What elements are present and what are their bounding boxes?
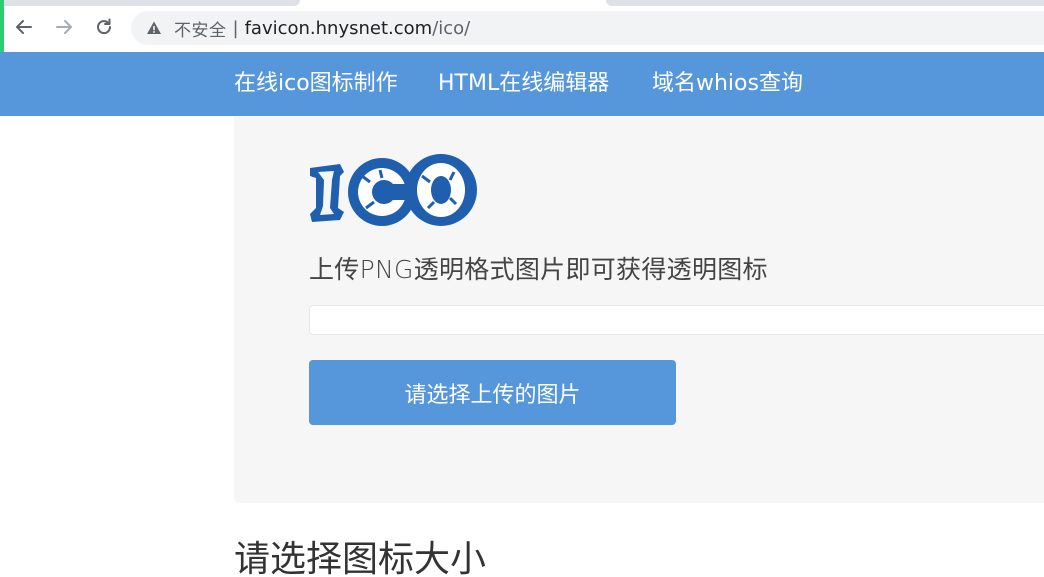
file-path-field[interactable] [309, 305, 1044, 335]
nav-link-ico-maker[interactable]: 在线ico图标制作 [234, 68, 398, 100]
reload-button[interactable] [91, 14, 117, 40]
forward-button[interactable] [51, 14, 77, 40]
reload-icon [97, 18, 112, 35]
security-label[interactable]: 不安全 [174, 16, 227, 41]
arrow-left-icon [16, 20, 32, 34]
site-nav: 在线ico图标制作 HTML在线编辑器 域名whios查询 [0, 52, 1044, 116]
browser-toolbar: 不安全 | favicon.hnysnet.com/ico/ [0, 0, 1044, 52]
address-bar[interactable]: 不安全 | favicon.hnysnet.com/ico/ [131, 11, 1044, 45]
warning-icon[interactable] [146, 20, 162, 36]
url-host: favicon.hnysnet.com [244, 17, 433, 39]
tab-strip-right[interactable] [606, 0, 1044, 6]
ico-logo [310, 154, 477, 226]
url-path: /ico/ [432, 17, 471, 39]
url-text[interactable]: favicon.hnysnet.com/ico/ [245, 18, 471, 39]
nav-link-html-editor[interactable]: HTML在线编辑器 [438, 68, 609, 100]
upload-hint: 上传PNG透明格式图片即可获得透明图标 [309, 255, 768, 284]
choose-image-button[interactable]: 请选择上传的图片 [309, 360, 676, 425]
nav-link-whois-lookup[interactable]: 域名whios查询 [652, 68, 803, 100]
icon-size-heading: 请选择图标大小 [234, 539, 487, 577]
arrow-right-icon [56, 20, 72, 34]
back-button[interactable] [11, 14, 37, 40]
page: 不安全 | favicon.hnysnet.com/ico/ 在线ico图标制作… [0, 0, 1044, 577]
tab-strip-left[interactable] [0, 0, 300, 6]
upload-panel: 上传PNG透明格式图片即可获得透明图标 请选择上传的图片 [234, 116, 1044, 503]
security-separator: | [232, 17, 239, 39]
